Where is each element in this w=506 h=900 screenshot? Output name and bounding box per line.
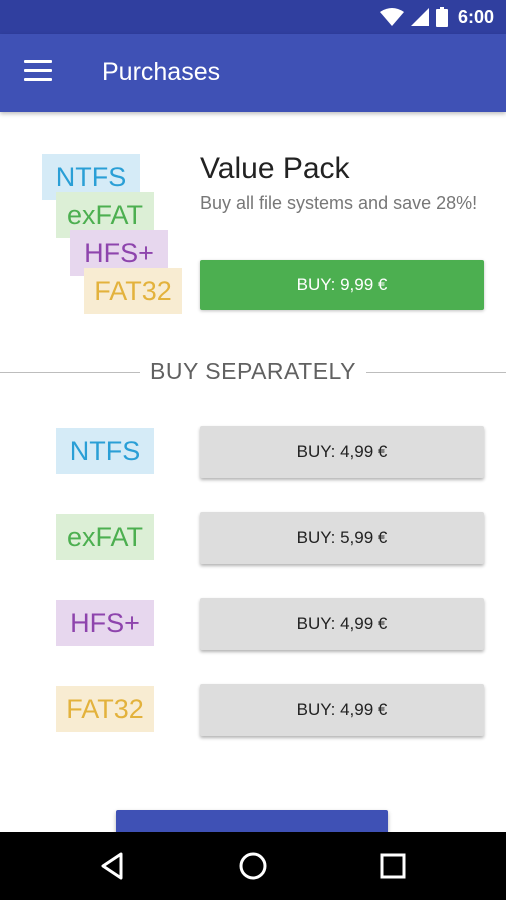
buy-hfs-button[interactable]: BUY: 4,99 € xyxy=(200,598,484,650)
purchases-content: NTFS exFAT HFS+ FAT32 Value Pack Buy all… xyxy=(0,112,506,832)
menu-icon[interactable] xyxy=(24,60,52,84)
cell-signal-icon xyxy=(410,8,429,26)
fat32-logo: FAT32 xyxy=(56,686,154,732)
home-icon[interactable] xyxy=(237,850,269,882)
value-pack-description: Buy all file systems and save 28%! xyxy=(200,193,478,213)
ntfs-logo: NTFS xyxy=(56,428,154,474)
buy-ntfs-button[interactable]: BUY: 4,99 € xyxy=(200,426,484,478)
value-pack-logos: NTFS exFAT HFS+ FAT32 xyxy=(40,154,190,314)
page-title: Purchases xyxy=(102,58,221,86)
hfs-logo: HFS+ xyxy=(56,600,154,646)
status-time: 6:00 xyxy=(457,6,494,27)
buy-value-pack-button[interactable]: BUY: 9,99 € xyxy=(200,260,484,310)
buy-exfat-button[interactable]: BUY: 5,99 € xyxy=(200,512,484,564)
buy-separately-label: BUY SEPARATELY xyxy=(140,358,366,384)
fat32-logo: FAT32 xyxy=(84,268,182,314)
value-pack-title: Value Pack xyxy=(200,152,350,185)
recents-icon[interactable] xyxy=(377,850,409,882)
exfat-logo: exFAT xyxy=(56,514,154,560)
wifi-icon xyxy=(379,8,404,26)
status-icons: 6:00 xyxy=(379,6,494,28)
battery-icon xyxy=(435,7,448,27)
app-bar: Purchases xyxy=(0,34,506,112)
buy-fat32-button[interactable]: BUY: 4,99 € xyxy=(200,684,484,736)
navigation-bar xyxy=(0,832,506,900)
back-icon[interactable] xyxy=(96,850,128,882)
status-bar: 6:00 xyxy=(0,0,506,34)
bottom-action-button[interactable] xyxy=(116,810,388,832)
buy-separately-heading: BUY SEPARATELY xyxy=(0,358,506,385)
